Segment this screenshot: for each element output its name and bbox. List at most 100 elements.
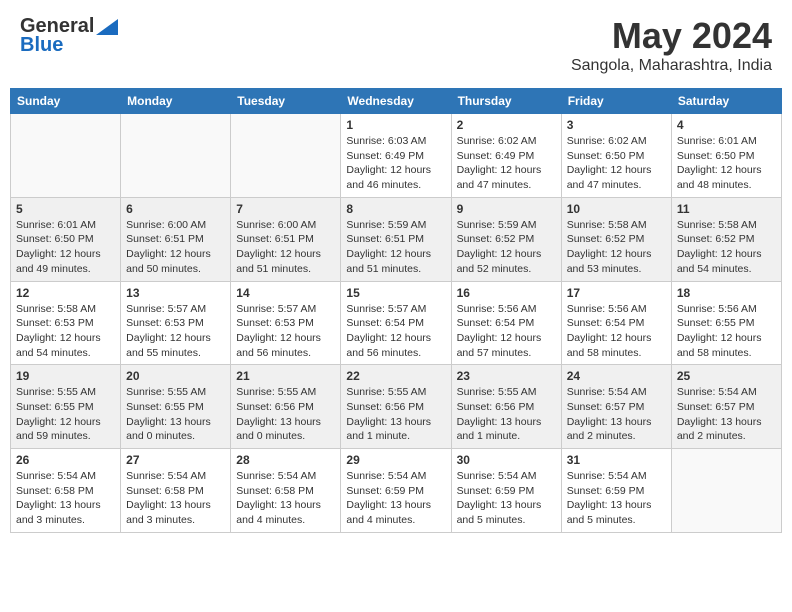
calendar-cell: 1Sunrise: 6:03 AM Sunset: 6:49 PM Daylig…	[341, 114, 451, 198]
day-number: 2	[457, 118, 556, 132]
calendar-cell: 11 Sunrise: 5:58 AM Sunset: 6:52 PM Dayli…	[671, 197, 781, 281]
day-info: Sunrise: 5:54 AM Sunset: 6:57 PM Dayligh…	[567, 385, 666, 444]
day-number: 19	[16, 369, 115, 383]
day-info: Sunrise: 5:54 AM Sunset: 6:59 PM Dayligh…	[567, 469, 666, 528]
calendar-cell: 2 Sunrise: 6:02 AM Sunset: 6:49 PM Daylig…	[451, 114, 561, 198]
weekday-header: Sunday	[11, 89, 121, 114]
calendar-cell: 22 Sunrise: 5:55 AM Sunset: 6:56 PM Dayli…	[341, 365, 451, 449]
calendar-week-row: 1Sunrise: 6:03 AM Sunset: 6:49 PM Daylig…	[11, 114, 782, 198]
calendar-week-row: 26 Sunrise: 5:54 AM Sunset: 6:58 PM Dayli…	[11, 449, 782, 533]
logo-blue-text: Blue	[20, 34, 63, 57]
day-info: Sunrise: 5:55 AM Sunset: 6:55 PM Dayligh…	[16, 385, 115, 444]
calendar-cell	[11, 114, 121, 198]
weekday-header-row: SundayMondayTuesdayWednesdayThursdayFrid…	[11, 89, 782, 114]
day-number: 22	[346, 369, 445, 383]
day-info: Sunrise: 6:03 AM Sunset: 6:49 PM Dayligh…	[346, 134, 445, 193]
calendar-cell: 16 Sunrise: 5:56 AM Sunset: 6:54 PM Dayli…	[451, 281, 561, 365]
calendar-cell: 9 Sunrise: 5:59 AM Sunset: 6:52 PM Daylig…	[451, 197, 561, 281]
calendar-cell: 24Sunrise: 5:54 AM Sunset: 6:57 PM Dayli…	[561, 365, 671, 449]
day-info: Sunrise: 6:02 AM Sunset: 6:49 PM Dayligh…	[457, 134, 556, 193]
calendar-table: SundayMondayTuesdayWednesdayThursdayFrid…	[10, 88, 782, 533]
day-number: 23	[457, 369, 556, 383]
day-info: Sunrise: 5:57 AM Sunset: 6:53 PM Dayligh…	[236, 302, 335, 361]
day-info: Sunrise: 5:58 AM Sunset: 6:53 PM Dayligh…	[16, 302, 115, 361]
calendar-cell: 4Sunrise: 6:01 AM Sunset: 6:50 PM Daylig…	[671, 114, 781, 198]
day-info: Sunrise: 5:56 AM Sunset: 6:54 PM Dayligh…	[457, 302, 556, 361]
day-number: 4	[677, 118, 776, 132]
day-info: Sunrise: 5:54 AM Sunset: 6:59 PM Dayligh…	[457, 469, 556, 528]
calendar-week-row: 5 Sunrise: 6:01 AM Sunset: 6:50 PM Daylig…	[11, 197, 782, 281]
weekday-header: Wednesday	[341, 89, 451, 114]
weekday-header: Tuesday	[231, 89, 341, 114]
day-number: 14	[236, 286, 335, 300]
day-info: Sunrise: 5:55 AM Sunset: 6:55 PM Dayligh…	[126, 385, 225, 444]
logo-icon	[96, 19, 118, 35]
day-info: Sunrise: 5:58 AM Sunset: 6:52 PM Dayligh…	[567, 218, 666, 277]
day-number: 15	[346, 286, 445, 300]
day-number: 13	[126, 286, 225, 300]
day-number: 16	[457, 286, 556, 300]
page-header: General Blue May 2024 Sangola, Maharasht…	[10, 10, 782, 80]
calendar-cell: 21 Sunrise: 5:55 AM Sunset: 6:56 PM Dayli…	[231, 365, 341, 449]
day-info: Sunrise: 5:54 AM Sunset: 6:58 PM Dayligh…	[236, 469, 335, 528]
day-info: Sunrise: 5:59 AM Sunset: 6:52 PM Dayligh…	[457, 218, 556, 277]
day-info: Sunrise: 5:55 AM Sunset: 6:56 PM Dayligh…	[236, 385, 335, 444]
day-info: Sunrise: 5:54 AM Sunset: 6:58 PM Dayligh…	[16, 469, 115, 528]
day-info: Sunrise: 5:55 AM Sunset: 6:56 PM Dayligh…	[457, 385, 556, 444]
day-number: 12	[16, 286, 115, 300]
calendar-cell: 23 Sunrise: 5:55 AM Sunset: 6:56 PM Dayli…	[451, 365, 561, 449]
month-title: May 2024	[571, 15, 772, 57]
calendar-cell: 8Sunrise: 5:59 AM Sunset: 6:51 PM Daylig…	[341, 197, 451, 281]
calendar-cell: 18 Sunrise: 5:56 AM Sunset: 6:55 PM Dayli…	[671, 281, 781, 365]
calendar-cell: 26 Sunrise: 5:54 AM Sunset: 6:58 PM Dayli…	[11, 449, 121, 533]
day-info: Sunrise: 5:54 AM Sunset: 6:59 PM Dayligh…	[346, 469, 445, 528]
day-number: 28	[236, 453, 335, 467]
day-info: Sunrise: 5:54 AM Sunset: 6:57 PM Dayligh…	[677, 385, 776, 444]
calendar-cell: 7 Sunrise: 6:00 AM Sunset: 6:51 PM Daylig…	[231, 197, 341, 281]
day-number: 20	[126, 369, 225, 383]
day-info: Sunrise: 5:55 AM Sunset: 6:56 PM Dayligh…	[346, 385, 445, 444]
day-info: Sunrise: 5:56 AM Sunset: 6:55 PM Dayligh…	[677, 302, 776, 361]
calendar-cell: 17Sunrise: 5:56 AM Sunset: 6:54 PM Dayli…	[561, 281, 671, 365]
day-info: Sunrise: 6:00 AM Sunset: 6:51 PM Dayligh…	[126, 218, 225, 277]
day-number: 7	[236, 202, 335, 216]
day-number: 5	[16, 202, 115, 216]
logo: General Blue	[20, 15, 118, 57]
location-subtitle: Sangola, Maharashtra, India	[571, 57, 772, 75]
weekday-header: Saturday	[671, 89, 781, 114]
day-number: 3	[567, 118, 666, 132]
day-info: Sunrise: 5:54 AM Sunset: 6:58 PM Dayligh…	[126, 469, 225, 528]
calendar-week-row: 12 Sunrise: 5:58 AM Sunset: 6:53 PM Dayli…	[11, 281, 782, 365]
calendar-cell	[671, 449, 781, 533]
day-number: 31	[567, 453, 666, 467]
day-number: 10	[567, 202, 666, 216]
calendar-cell: 13Sunrise: 5:57 AM Sunset: 6:53 PM Dayli…	[121, 281, 231, 365]
day-info: Sunrise: 5:58 AM Sunset: 6:52 PM Dayligh…	[677, 218, 776, 277]
day-info: Sunrise: 5:57 AM Sunset: 6:54 PM Dayligh…	[346, 302, 445, 361]
weekday-header: Thursday	[451, 89, 561, 114]
day-info: Sunrise: 5:59 AM Sunset: 6:51 PM Dayligh…	[346, 218, 445, 277]
day-number: 26	[16, 453, 115, 467]
calendar-week-row: 19 Sunrise: 5:55 AM Sunset: 6:55 PM Dayli…	[11, 365, 782, 449]
calendar-cell: 6 Sunrise: 6:00 AM Sunset: 6:51 PM Daylig…	[121, 197, 231, 281]
day-info: Sunrise: 6:02 AM Sunset: 6:50 PM Dayligh…	[567, 134, 666, 193]
day-number: 9	[457, 202, 556, 216]
title-block: May 2024 Sangola, Maharashtra, India	[571, 15, 772, 75]
calendar-cell	[121, 114, 231, 198]
calendar-cell: 31 Sunrise: 5:54 AM Sunset: 6:59 PM Dayli…	[561, 449, 671, 533]
calendar-cell: 3 Sunrise: 6:02 AM Sunset: 6:50 PM Daylig…	[561, 114, 671, 198]
day-number: 18	[677, 286, 776, 300]
calendar-cell: 25 Sunrise: 5:54 AM Sunset: 6:57 PM Dayli…	[671, 365, 781, 449]
day-number: 6	[126, 202, 225, 216]
calendar-cell: 12 Sunrise: 5:58 AM Sunset: 6:53 PM Dayli…	[11, 281, 121, 365]
day-number: 30	[457, 453, 556, 467]
day-number: 21	[236, 369, 335, 383]
day-number: 11	[677, 202, 776, 216]
day-number: 27	[126, 453, 225, 467]
calendar-cell: 30 Sunrise: 5:54 AM Sunset: 6:59 PM Dayli…	[451, 449, 561, 533]
day-number: 25	[677, 369, 776, 383]
day-info: Sunrise: 6:01 AM Sunset: 6:50 PM Dayligh…	[16, 218, 115, 277]
day-info: Sunrise: 6:00 AM Sunset: 6:51 PM Dayligh…	[236, 218, 335, 277]
calendar-cell: 27 Sunrise: 5:54 AM Sunset: 6:58 PM Dayli…	[121, 449, 231, 533]
calendar-cell: 14 Sunrise: 5:57 AM Sunset: 6:53 PM Dayli…	[231, 281, 341, 365]
